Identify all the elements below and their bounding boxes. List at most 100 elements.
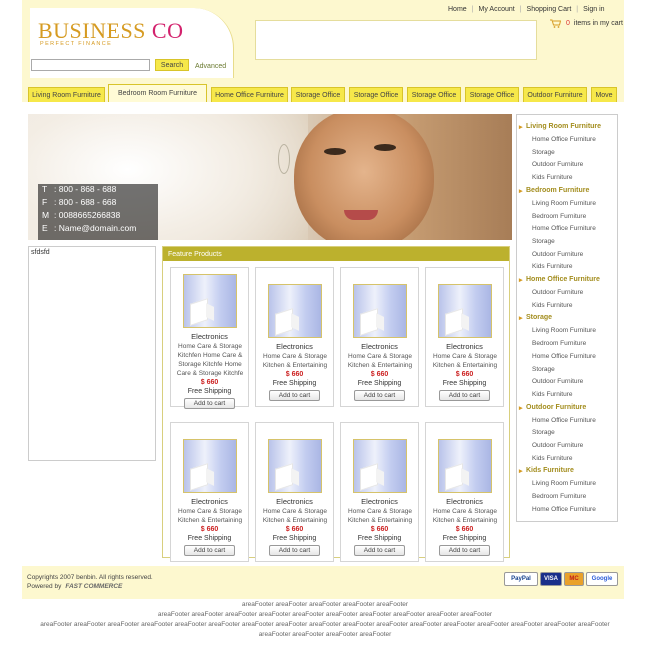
product-shipping: Free Shipping [357,380,402,387]
product-image[interactable] [353,284,407,338]
sidebar-subcategory[interactable]: Home Office Furniture [532,506,596,513]
product-image[interactable] [268,284,322,338]
sidebar-category[interactable]: Outdoor Furniture [519,404,586,412]
separator: | [471,6,474,13]
product-price: $ 660 [285,371,304,378]
powered-by-label: Powered by [27,583,62,590]
product-description: Home Care & Storage Kitchen & Entertaini… [262,508,328,524]
add-to-cart-button[interactable]: Add to cart [184,545,235,556]
sidebar-subcategory[interactable]: Living Room Furniture [532,327,596,334]
sidebar-subcategory[interactable]: Bedroom Furniture [532,493,586,500]
sign-in-link[interactable]: Sign in [583,6,604,13]
sidebar-subcategory[interactable]: Outdoor Furniture [532,251,583,258]
tab-move[interactable]: Move [591,87,617,102]
product-card[interactable]: Electronics Home Care & Storage Kitchen &… [255,422,334,562]
product-name[interactable]: Electronics [426,342,503,351]
add-to-cart-button[interactable]: Add to cart [269,545,320,556]
product-image[interactable] [438,284,492,338]
category-sidebar: Living Room Furniture Home Office Furnitu… [516,114,618,522]
sidebar-subcategory[interactable]: Outdoor Furniture [532,378,583,385]
sidebar-category[interactable]: Kids Furniture [519,467,574,475]
product-name[interactable]: Electronics [256,497,333,506]
tab-storage-office-1[interactable]: Storage Office [291,87,345,102]
search-button[interactable]: Search [155,59,189,71]
featured-products-title: Feature Products [163,247,509,261]
product-name[interactable]: Electronics [256,342,333,351]
product-image[interactable] [183,274,237,328]
product-card[interactable]: Electronics Home Care & Storage Kitchen &… [425,267,504,407]
sidebar-category[interactable]: Bedroom Furniture [519,187,589,195]
search-input[interactable] [31,59,150,71]
add-to-cart-button[interactable]: Add to cart [439,390,490,401]
sidebar-subcategory[interactable]: Home Office Furniture [532,417,596,424]
mini-cart[interactable]: 0 items in my cart [550,19,623,28]
sidebar-subcategory[interactable]: Outdoor Furniture [532,161,583,168]
sidebar-subcategory[interactable]: Storage [532,429,555,436]
sidebar-category[interactable]: Home Office Furniture [519,276,600,284]
sidebar-subcategory[interactable]: Bedroom Furniture [532,213,586,220]
paypal-logo: PayPal [504,572,538,586]
product-shipping: Free Shipping [357,535,402,542]
product-card[interactable]: Electronics Home Care & Storage Kitchen &… [255,267,334,407]
product-card[interactable]: Electronics Home Care & Storage Kitchen &… [340,422,419,562]
product-card[interactable]: Electronics Home Care & Storage Kitchen &… [425,422,504,562]
sidebar-subcategory[interactable]: Home Office Furniture [532,136,596,143]
tab-bedroom-room-furniture[interactable]: Bedroom Room Furniture [108,84,207,102]
tab-storage-office-3[interactable]: Storage Office [407,87,461,102]
tab-storage-office-2[interactable]: Storage Office [349,87,403,102]
hero-mouth [344,210,378,220]
advanced-search-link[interactable]: Advanced [195,63,226,70]
product-image[interactable] [183,439,237,493]
sidebar-subcategory[interactable]: Kids Furniture [532,455,572,462]
product-image[interactable] [353,439,407,493]
sidebar-subcategory[interactable]: Storage [532,238,555,245]
add-to-cart-button[interactable]: Add to cart [354,390,405,401]
contact-phone: T: 800 - 868 - 688 [42,184,117,194]
product-image[interactable] [438,439,492,493]
add-to-cart-button[interactable]: Add to cart [354,545,405,556]
tab-home-office-furniture[interactable]: Home Office Furniture [211,87,288,102]
product-card[interactable]: Electronics Home Care & Storage Kitchfen … [170,267,249,409]
product-name[interactable]: Electronics [171,497,248,506]
add-to-cart-button[interactable]: Add to cart [269,390,320,401]
sidebar-subcategory[interactable]: Kids Furniture [532,391,572,398]
sidebar-category[interactable]: Living Room Furniture [519,123,601,131]
tab-storage-office-4[interactable]: Storage Office [465,87,519,102]
product-name[interactable]: Electronics [341,497,418,506]
sidebar-subcategory[interactable]: Outdoor Furniture [532,442,583,449]
product-name[interactable]: Electronics [341,342,418,351]
product-name[interactable]: Electronics [171,332,248,341]
shopping-cart-link[interactable]: Shopping Cart [527,6,572,13]
featured-products-panel: Feature Products Electronics Home Care & … [162,246,510,562]
my-account-link[interactable]: My Account [479,6,515,13]
product-card[interactable]: Electronics Home Care & Storage Kitchen &… [340,267,419,407]
product-shipping: Free Shipping [272,535,317,542]
powered-by-brand[interactable]: FAST COMMERCE [65,583,122,590]
sidebar-subcategory[interactable]: Home Office Furniture [532,225,596,232]
sidebar-subcategory[interactable]: Home Office Furniture [532,353,596,360]
contact-fax: F: 800 - 688 - 668 [42,197,117,207]
sidebar-subcategory[interactable]: Living Room Furniture [532,480,596,487]
product-image[interactable] [268,439,322,493]
product-card[interactable]: Electronics Home Care & Storage Kitchen &… [170,422,249,562]
sidebar-subcategory[interactable]: Kids Furniture [532,302,572,309]
sidebar-subcategory[interactable]: Living Room Furniture [532,200,596,207]
product-description: Home Care & Storage Kitchen & Entertaini… [177,508,243,524]
tab-outdoor-furniture[interactable]: Outdoor Furniture [523,87,587,102]
product-price: $ 660 [285,526,304,533]
add-to-cart-button[interactable]: Add to cart [439,545,490,556]
sidebar-subcategory[interactable]: Storage [532,366,555,373]
product-description: Home Care & Storage Kitchen & Entertaini… [347,353,413,369]
add-to-cart-button[interactable]: Add to cart [184,398,235,409]
product-price: $ 660 [200,526,219,533]
home-link[interactable]: Home [448,6,467,13]
sidebar-subcategory[interactable]: Kids Furniture [532,174,572,181]
sidebar-category[interactable]: Storage [519,314,552,322]
sidebar-subcategory[interactable]: Bedroom Furniture [532,340,586,347]
sidebar-subcategory[interactable]: Storage [532,149,555,156]
area-footer-line: areaFooter areaFooter areaFooter areaFoo… [258,631,392,638]
product-name[interactable]: Electronics [426,497,503,506]
sidebar-subcategory[interactable]: Kids Furniture [532,263,572,270]
tab-living-room-furniture[interactable]: Living Room Furniture [28,87,105,102]
sidebar-subcategory[interactable]: Outdoor Furniture [532,289,583,296]
